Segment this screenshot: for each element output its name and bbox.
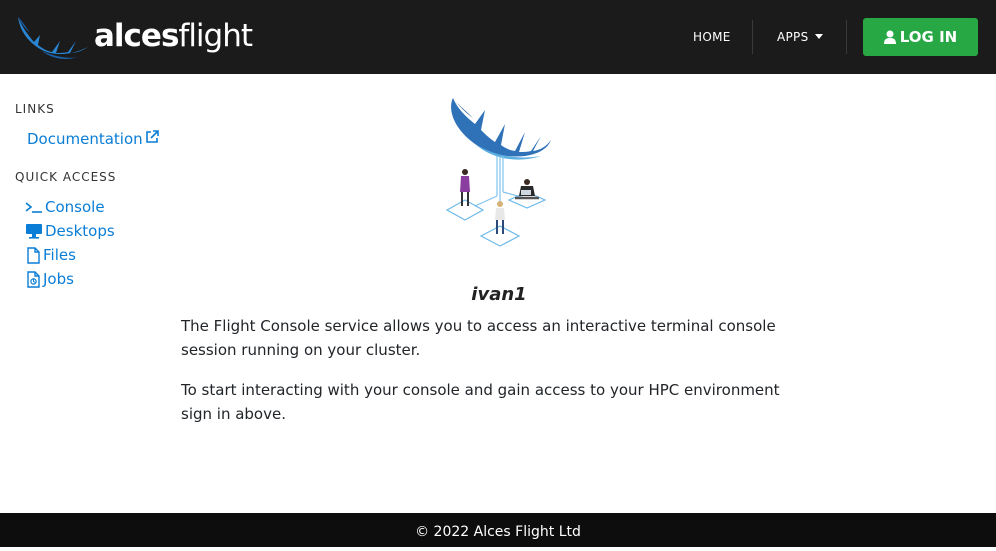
sidebar-item-files[interactable]: Files [25,246,76,264]
documentation-label: Documentation [27,130,143,148]
nav-apps-dropdown[interactable]: APPS [777,30,823,44]
footer-copyright: © 2022 Alces Flight Ltd [415,524,581,540]
footer: © 2022 Alces Flight Ltd [0,513,996,547]
sidebar-item-desktops[interactable]: Desktops [25,222,115,240]
sidebar-item-console[interactable]: Console [25,198,105,216]
login-button[interactable]: LOG IN [863,18,978,56]
nav-home-link[interactable]: HOME [693,30,731,44]
sidebar-item-label: Jobs [43,270,74,288]
cluster-illustration [445,96,555,248]
monitor-icon [26,224,42,239]
sidebar-item-label: Desktops [45,222,115,240]
file-icon [27,246,40,264]
brand-wordmark: alcesflight [94,18,253,54]
sidebar-item-label: Console [45,198,105,216]
quick-access-heading: QUICK ACCESS [15,170,117,184]
terminal-icon [25,202,42,213]
sidebar-item-jobs[interactable]: Jobs [25,270,74,288]
login-button-label: LOG IN [899,28,958,46]
cluster-name: ivan1 [471,284,527,305]
caret-down-icon [814,34,823,39]
sidebar-item-label: Files [43,246,76,264]
antler-icon [18,17,88,59]
intro-paragraph: The Flight Console service allows you to… [181,317,776,359]
documentation-link[interactable]: Documentation [27,130,162,148]
user-icon [883,30,896,44]
links-heading: LINKS [15,102,55,116]
nav-apps-label: APPS [777,30,809,44]
brand-logo[interactable]: alcesflight [16,11,256,63]
sign-in-paragraph: To start interacting with your console a… [181,381,780,423]
top-navbar: alcesflight HOME APPS LOG IN [0,0,996,74]
external-link-icon [145,130,159,143]
nav-divider [846,20,847,54]
nav-divider [752,20,753,54]
job-file-icon [27,270,40,288]
